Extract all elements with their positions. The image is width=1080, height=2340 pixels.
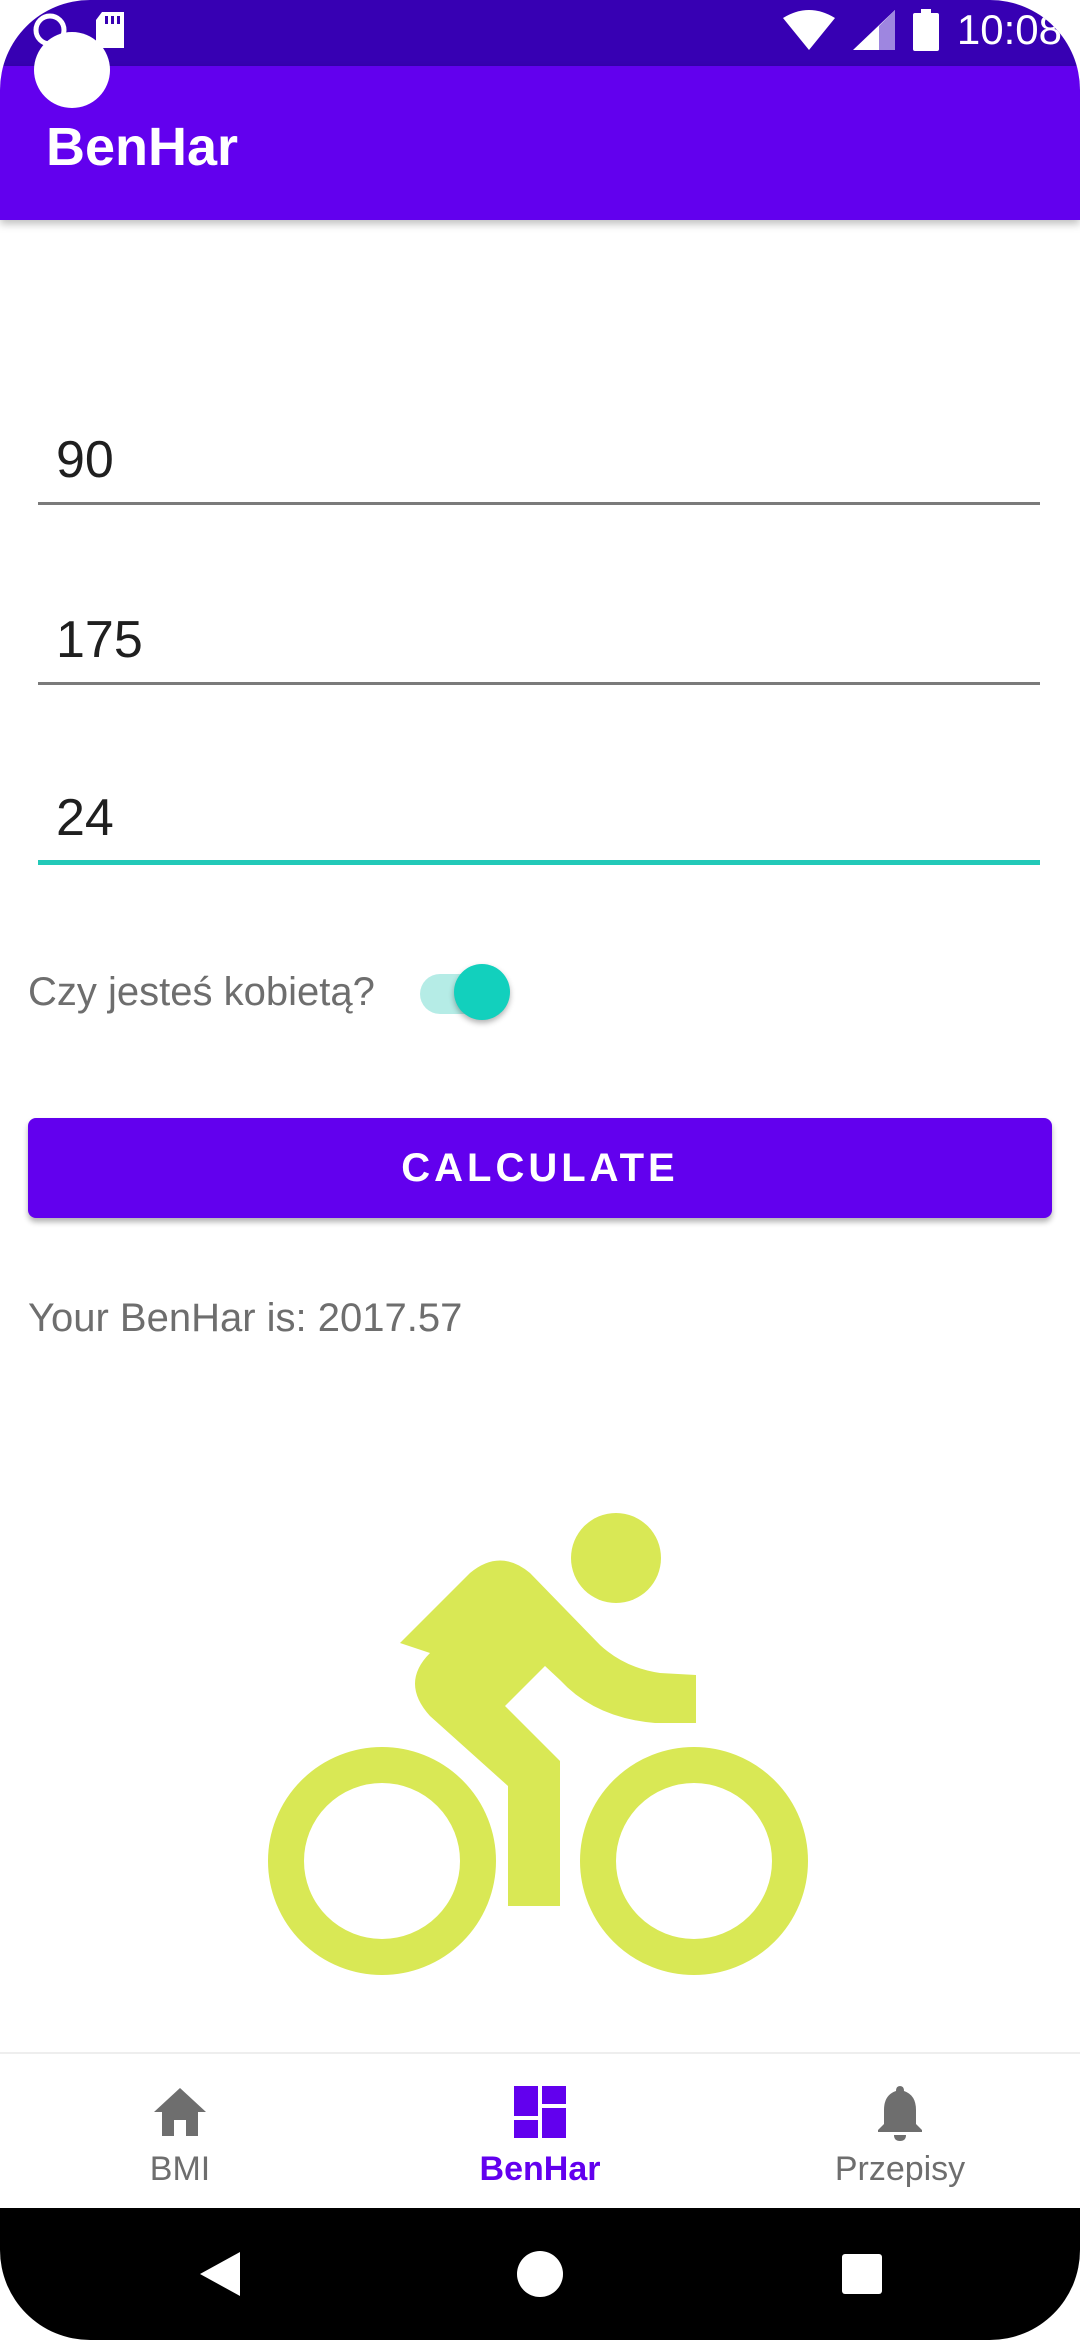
status-time: 10:08	[956, 6, 1062, 53]
nav-item-bmi[interactable]: BMI	[0, 2054, 360, 2210]
weight-value: 90	[56, 431, 114, 489]
calculate-button[interactable]: CALCULATE	[28, 1118, 1052, 1218]
height-value: 175	[56, 611, 143, 669]
home-button-icon[interactable]	[516, 2250, 564, 2298]
bell-icon	[878, 2086, 922, 2141]
battery-icon	[912, 9, 939, 51]
gender-switch-row: Czy jesteś kobietą?	[28, 960, 628, 1030]
dashboard-icon	[514, 2086, 566, 2138]
system-nav-bar	[0, 2208, 1080, 2340]
bike-icon	[268, 1513, 808, 1975]
back-icon[interactable]	[198, 2250, 242, 2298]
device-frame: 10:08 BenHar 90 175 24 Czy jesteś kobiet…	[0, 0, 1080, 2340]
status-right-icons: 10:08	[782, 6, 1062, 54]
switch-thumb[interactable]	[454, 964, 510, 1020]
app-title: BenHar	[46, 117, 239, 177]
status-bar: 10:08	[0, 0, 1080, 66]
nav-item-benhar[interactable]: BenHar	[360, 2054, 720, 2210]
result-text: Your BenHar is: 2017.57	[28, 1296, 463, 1340]
nav-item-przepisy[interactable]: Przepisy	[720, 2054, 1080, 2210]
app-bar: BenHar	[0, 66, 1080, 220]
recents-icon[interactable]	[840, 2252, 884, 2296]
camera-cutout	[34, 32, 110, 108]
nav-label-bmi: BMI	[149, 2150, 211, 2188]
nav-label-przepisy: Przepisy	[834, 2150, 966, 2188]
weight-field[interactable]: 90	[38, 431, 1040, 505]
switch-label: Czy jesteś kobietą?	[28, 970, 375, 1014]
age-field[interactable]: 24	[38, 789, 1040, 865]
nav-label-benhar: BenHar	[479, 2150, 601, 2188]
home-icon	[154, 2088, 206, 2136]
wifi-icon	[782, 10, 835, 50]
height-field[interactable]: 175	[38, 611, 1040, 685]
bottom-nav: BMI BenHar Przepisy	[0, 2052, 1080, 2210]
age-value: 24	[56, 789, 114, 847]
signal-icon	[852, 10, 895, 50]
